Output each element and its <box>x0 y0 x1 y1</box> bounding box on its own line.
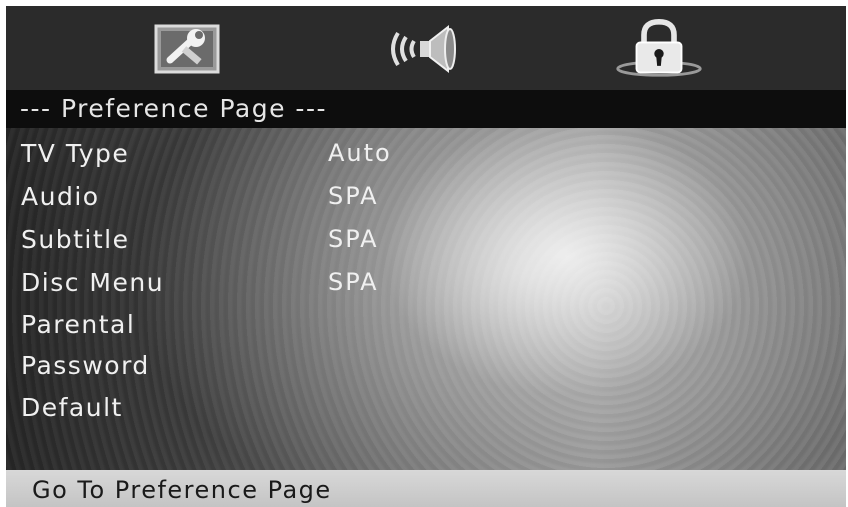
lock-icon[interactable] <box>614 16 704 82</box>
menu-value-disc-menu: SPA <box>328 268 379 296</box>
menu-item-disc-menu[interactable]: Disc Menu <box>21 268 164 297</box>
menu-item-parental[interactable]: Parental <box>21 310 135 339</box>
page-title: --- Preference Page --- <box>6 90 846 128</box>
setup-wrench-icon[interactable] <box>142 16 232 82</box>
menu-item-audio[interactable]: Audio <box>21 182 100 211</box>
menu-item-subtitle[interactable]: Subtitle <box>21 225 129 254</box>
osd-screen: --- Preference Page --- TV Type Auto Aud… <box>6 6 846 507</box>
status-bar: Go To Preference Page <box>6 470 846 507</box>
menu-value-tv-type: Auto <box>328 139 392 167</box>
menu-item-default[interactable]: Default <box>21 393 123 422</box>
menu-value-subtitle: SPA <box>328 225 379 253</box>
icon-bar <box>6 6 846 90</box>
menu-item-tv-type[interactable]: TV Type <box>21 139 129 168</box>
audio-speaker-icon[interactable] <box>376 16 466 82</box>
menu-value-audio: SPA <box>328 182 379 210</box>
menu-item-password[interactable]: Password <box>21 351 150 380</box>
